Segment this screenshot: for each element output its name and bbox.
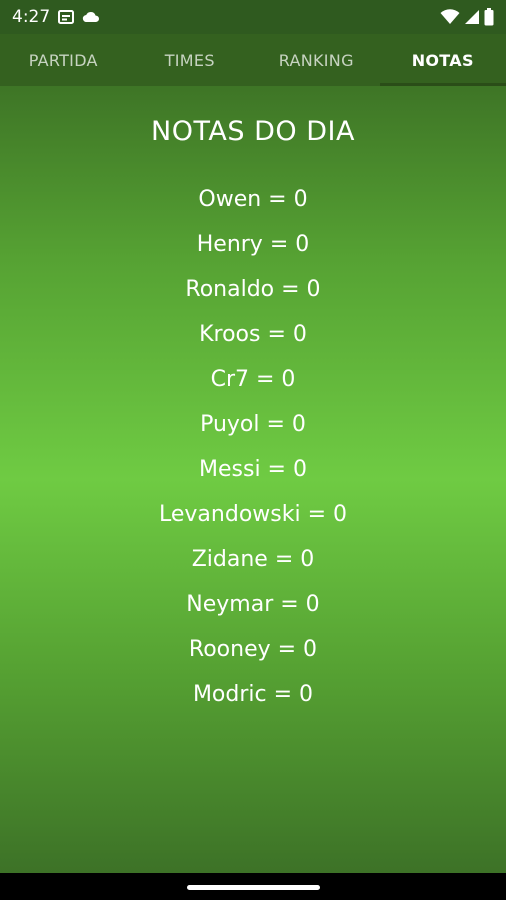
tab-label: NOTAS [411,50,474,70]
battery-icon [484,8,494,26]
grade-item: Messi = 0 [199,457,307,482]
status-right [440,8,494,26]
grade-item: Kroos = 0 [199,322,307,347]
tab-bar: PARTIDA TIMES RANKING NOTAS [0,34,506,86]
tab-label: PARTIDA [28,50,98,70]
grade-item: Neymar = 0 [186,592,320,617]
status-bar: 4:27 [0,0,506,34]
grade-item: Owen = 0 [198,187,308,212]
grade-item: Modric = 0 [192,682,314,707]
tab-label: RANKING [278,50,354,70]
wifi-icon [440,9,460,25]
grade-item: Rooney = 0 [188,637,318,662]
grade-item: Henry = 0 [196,232,310,257]
status-left: 4:27 [12,7,100,27]
tab-partida[interactable]: PARTIDA [0,34,127,86]
grade-item: Zidane = 0 [191,547,315,572]
cloud-icon [82,11,100,23]
tab-label: TIMES [164,50,215,70]
signal-icon [464,9,480,25]
system-navigation-bar [0,873,506,900]
status-time: 4:27 [12,7,51,27]
tab-ranking[interactable]: RANKING [253,34,380,86]
app-screen: 4:27 PARTIDA TIMES RANKING NOTAS NOTAS D… [0,0,506,900]
sim-card-icon [58,10,75,24]
tab-times[interactable]: TIMES [127,34,254,86]
grade-list: Owen = 0 Henry = 0 Ronaldo = 0 Kroos = 0… [0,177,506,717]
grade-item: Ronaldo = 0 [185,277,321,302]
page-title: NOTAS DO DIA [151,116,355,147]
home-gesture-handle[interactable] [187,885,320,890]
notes-content: NOTAS DO DIA Owen = 0 Henry = 0 Ronaldo … [0,86,506,873]
grade-item: Cr7 = 0 [210,367,296,392]
grade-item: Levandowski = 0 [159,502,347,527]
grade-item: Puyol = 0 [200,412,306,437]
tab-notas[interactable]: NOTAS [379,34,506,86]
